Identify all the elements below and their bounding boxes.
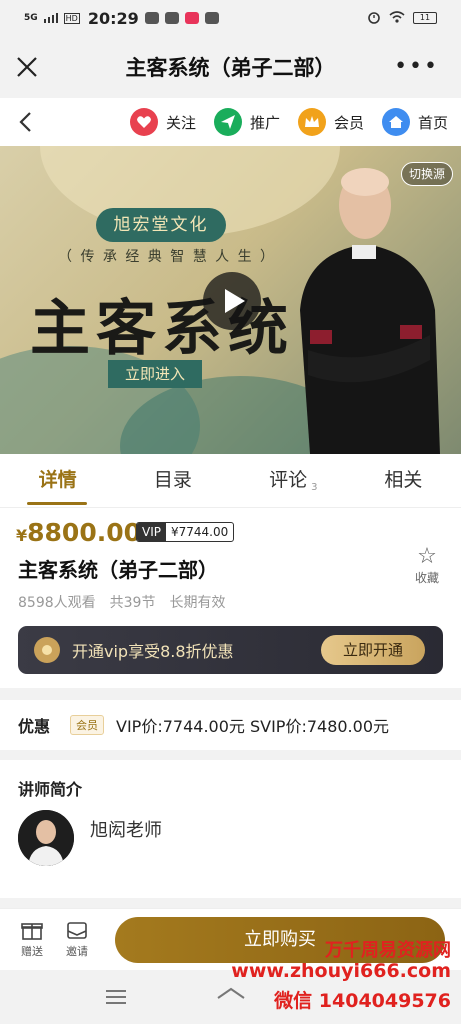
watermark-line-1: 万千周易资源网 — [325, 940, 451, 961]
hd-icon: HD — [63, 12, 80, 24]
tab-details-label: 详情 — [38, 469, 77, 491]
tab-related[interactable]: 相关 — [346, 454, 461, 507]
home-nav-icon[interactable] — [216, 986, 246, 1008]
app-notification-icon — [164, 12, 179, 24]
app-notification-icon — [204, 12, 219, 24]
favorite-button[interactable]: ☆ 收藏 — [415, 544, 439, 586]
invite-icon — [67, 922, 87, 939]
nav-home-label: 首页 — [418, 113, 449, 132]
discount-label: 优惠 — [18, 717, 51, 736]
nav-member[interactable]: 会员 — [298, 108, 364, 136]
member-tag: 会员 — [70, 715, 105, 735]
battery-icon: 11 — [413, 12, 437, 24]
avatar[interactable] — [18, 810, 74, 866]
nav-home[interactable]: 首页 — [382, 108, 448, 136]
lecturer-heading: 讲师简介 — [18, 780, 83, 799]
send-icon — [214, 108, 242, 136]
price-value: 8800.00 — [27, 518, 142, 547]
lecturer-section: 讲师简介 旭闳老师 — [0, 760, 461, 898]
comments-count-badge: 3 — [311, 482, 318, 493]
view-count: 8598人观看 — [18, 595, 96, 611]
video-enter-button[interactable]: 立即进入 — [108, 360, 202, 388]
back-icon[interactable] — [16, 110, 36, 134]
battery-level: 11 — [419, 13, 431, 22]
app-root: 5G HD 20:29 11 主客系统（弟子二部） ••• 关注 推广 会员 首… — [0, 0, 461, 1024]
video-player[interactable]: 旭宏堂文化 （ 传 承 经 典 智 慧 人 生 ） 主客系统 立即进入 切换源 — [0, 146, 461, 454]
price: ¥8800.00 — [16, 518, 141, 547]
open-vip-button[interactable]: 立即开通 — [321, 635, 425, 665]
product-info: ¥8800.00 VIP ¥7744.00 主客系统（弟子二部） 8598人观看… — [0, 508, 461, 688]
watermark-line-3: 微信 1404049576 — [274, 990, 451, 1012]
validity: 长期有效 — [169, 595, 226, 611]
nav-member-label: 会员 — [334, 113, 365, 132]
wifi-icon — [389, 10, 405, 26]
nav-promote[interactable]: 推广 — [214, 108, 280, 136]
vip-price: ¥7744.00 — [170, 525, 229, 539]
product-title: 主客系统（弟子二部） — [18, 558, 218, 582]
alarm-icon — [367, 10, 381, 27]
tab-catalog[interactable]: 目录 — [115, 454, 230, 507]
title-bar: 主客系统（弟子二部） ••• — [0, 36, 461, 98]
nav-row: 关注 推广 会员 首页 — [0, 98, 461, 146]
home-icon — [382, 108, 410, 136]
page-title: 主客系统（弟子二部） — [125, 56, 336, 80]
nav-promote-label: 推广 — [250, 113, 281, 132]
vip-promo-banner[interactable]: 开通vip享受8.8折优惠 立即开通 — [18, 626, 443, 674]
gift-label: 赠送 — [21, 945, 43, 958]
tab-related-label: 相关 — [384, 469, 423, 491]
video-slogan: （ 传 承 经 典 智 慧 人 生 ） — [58, 249, 277, 265]
watermark-line-2: www.zhouyi666.com — [231, 960, 451, 982]
vip-tag: VIP — [137, 523, 166, 541]
app-notification-icon — [184, 12, 199, 24]
nav-follow-label: 关注 — [166, 113, 197, 132]
more-options-icon[interactable]: ••• — [394, 56, 439, 78]
heart-icon — [130, 108, 158, 136]
crown-icon — [298, 108, 326, 136]
vip-promo-text: 开通vip享受8.8折优惠 — [72, 642, 234, 661]
lesson-count: 共39节 — [109, 595, 156, 611]
vip-price-badge: VIP ¥7744.00 — [136, 522, 235, 542]
gift-button[interactable]: 赠送 — [14, 919, 50, 959]
discount-prices: VIP价:7744.00元 SVIP价:7480.00元 — [116, 717, 389, 736]
favorite-label: 收藏 — [414, 571, 439, 585]
invite-label: 邀请 — [66, 945, 88, 958]
content-tabs: 详情 目录 评论 3 相关 — [0, 454, 461, 508]
switch-source-button[interactable]: 切换源 — [401, 162, 453, 186]
price-currency: ¥ — [16, 526, 28, 545]
lecturer-name: 旭闳老师 — [90, 820, 162, 841]
medal-icon — [34, 637, 60, 663]
nav-follow[interactable]: 关注 — [130, 108, 196, 136]
network-indicator: 5G — [24, 12, 38, 23]
tab-comments-label: 评论 — [269, 469, 308, 491]
product-meta: 8598人观看 共39节 长期有效 — [18, 592, 225, 612]
tab-catalog-label: 目录 — [153, 469, 192, 491]
close-icon[interactable] — [14, 54, 40, 80]
gift-icon — [21, 923, 43, 940]
discount-row: 优惠 会员 VIP价:7744.00元 SVIP价:7480.00元 — [0, 700, 461, 750]
invite-button[interactable]: 邀请 — [59, 919, 95, 959]
signal-icon — [43, 9, 58, 27]
status-bar: 5G HD 20:29 11 — [0, 0, 461, 36]
tab-details[interactable]: 详情 — [0, 454, 115, 507]
lecturer-photo — [300, 168, 440, 454]
app-notification-icon — [144, 12, 159, 24]
clock: 20:29 — [87, 8, 139, 28]
play-button[interactable] — [203, 272, 261, 330]
tab-comments[interactable]: 评论 3 — [231, 454, 346, 507]
star-icon: ☆ — [417, 544, 437, 569]
menu-icon[interactable] — [104, 988, 128, 1006]
video-brand-label: 旭宏堂文化 — [96, 208, 226, 242]
